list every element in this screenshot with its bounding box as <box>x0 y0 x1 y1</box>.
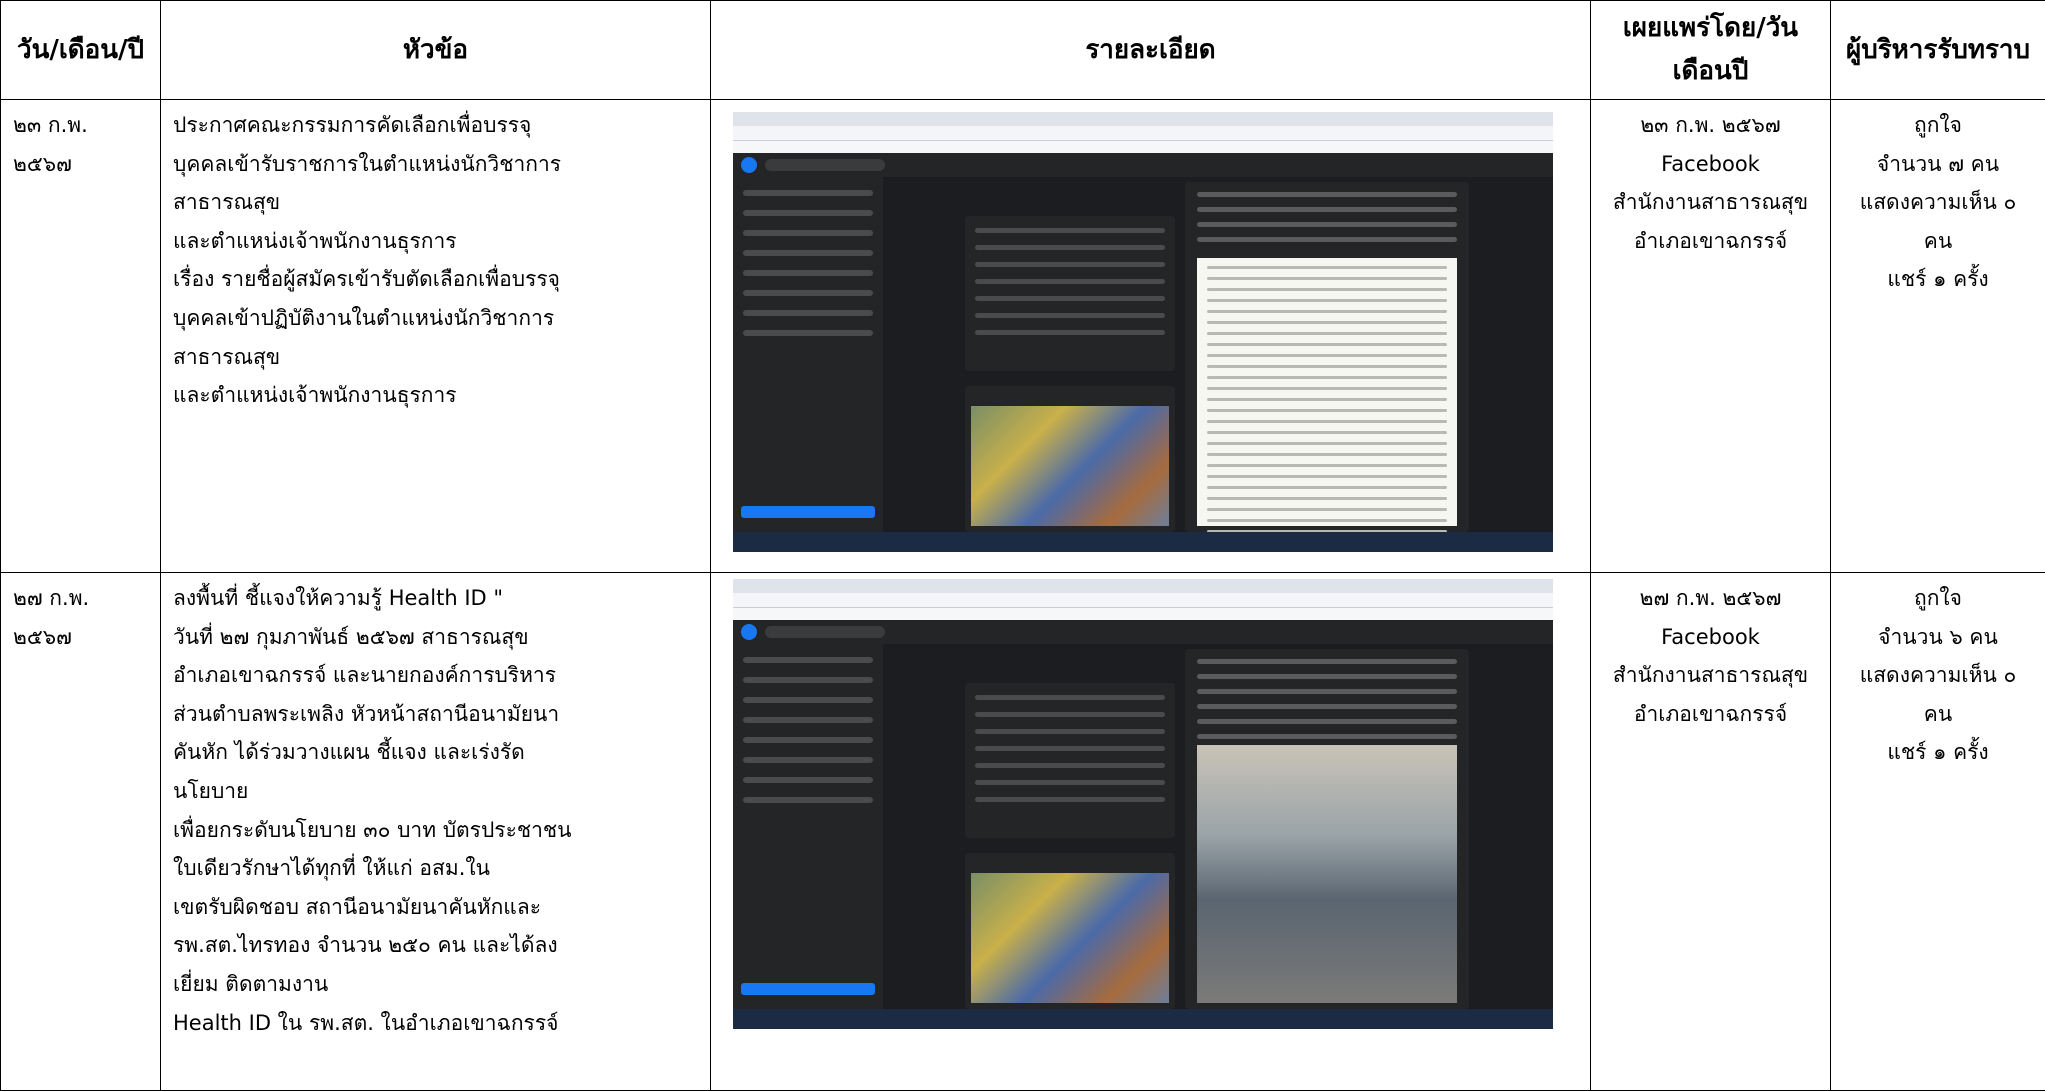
published-line: อำเภอเขาฉกรรจ์ <box>1603 222 1818 261</box>
ack-line: จำนวน ๗ คน <box>1843 145 2033 184</box>
topic-line: และตำแหน่งเจ้าพนักงานธุรการ <box>173 376 698 415</box>
header-date: วัน/เดือน/ปี <box>1 1 161 100</box>
published-line: Facebook <box>1603 618 1818 657</box>
published-line: Facebook <box>1603 145 1818 184</box>
ack-line: คน <box>1843 222 2033 261</box>
topic-line: นโยบาย <box>173 772 698 811</box>
row-ack: ถูกใจ จำนวน ๖ คน แสดงความเห็น ๐ คน แชร์ … <box>1831 573 2045 1091</box>
ack-line: แชร์ ๑ ครั้ง <box>1843 733 2033 772</box>
photo-grid <box>965 853 1175 1009</box>
published-line: ๒๗ ก.พ. ๒๕๖๗ <box>1603 579 1818 618</box>
row-topic: ประกาศคณะกรรมการคัดเลือกเพื่อบรรจุ บุคคล… <box>161 100 711 573</box>
header-row: วัน/เดือน/ปี หัวข้อ รายละเอียด เผยแพร่โด… <box>1 1 2045 100</box>
row-ack: ถูกใจ จำนวน ๗ คน แสดงความเห็น ๐ คน แชร์ … <box>1831 100 2045 573</box>
topic-line: อำเภอเขาฉกรรจ์ และนายกองค์การบริหาร <box>173 656 698 695</box>
topic-line: เยี่ยม ติดตามงาน <box>173 965 698 1004</box>
ack-line: ถูกใจ <box>1843 106 2033 145</box>
topic-line: ใบเดียวรักษาได้ทุกที่ ให้แก่ อสม.ใน <box>173 849 698 888</box>
row-date: ๒๓ ก.พ. ๒๕๖๗ <box>1 100 161 573</box>
windows-taskbar <box>733 532 1553 552</box>
row-topic: ลงพื้นที่ ชี้แจงให้ความรู้ Health ID " ว… <box>161 573 711 1091</box>
topic-line: เขตรับผิดชอบ สถานีอนามัยนาคันหักและ <box>173 888 698 927</box>
topic-line: สาธารณสุข <box>173 183 698 222</box>
header-topic: หัวข้อ <box>161 1 711 100</box>
topic-line: เพื่อยกระดับนโยบาย ๓๐ บาท บัตรประชาชน <box>173 811 698 850</box>
facebook-screenshot <box>733 112 1553 552</box>
header-published: เผยแพร่โดย/วันเดือนปี <box>1591 1 1831 100</box>
topic-line: และตำแหน่งเจ้าพนักงานธุรการ <box>173 222 698 261</box>
windows-taskbar <box>733 1009 1553 1029</box>
topic-line: สาธารณสุข <box>173 338 698 377</box>
table-row: ๒๗ ก.พ. ๒๕๖๗ ลงพื้นที่ ชี้แจงให้ความรู้ … <box>1 573 2045 1091</box>
page-intro <box>965 216 1175 371</box>
published-line: ๒๓ ก.พ. ๒๕๖๗ <box>1603 106 1818 145</box>
activity-log-table: วัน/เดือน/ปี หัวข้อ รายละเอียด เผยแพร่โด… <box>0 0 2045 1091</box>
published-line: สำนักงานสาธารณสุข <box>1603 183 1818 222</box>
row-details <box>711 100 1591 573</box>
post-card <box>1185 182 1469 532</box>
ack-line: แชร์ ๑ ครั้ง <box>1843 260 2033 299</box>
ack-line: คน <box>1843 695 2033 734</box>
topic-line: เรื่อง รายชื่อผู้สมัครเข้ารับตัดเลือกเพื… <box>173 260 698 299</box>
facebook-logo-icon <box>741 157 757 173</box>
published-line: สำนักงานสาธารณสุข <box>1603 656 1818 695</box>
row-published: ๒๓ ก.พ. ๒๕๖๗ Facebook สำนักงานสาธารณสุข … <box>1591 100 1831 573</box>
facebook-screenshot <box>733 579 1553 1029</box>
topic-line: รพ.สต.ไทรทอง จำนวน ๒๕๐ คน และได้ลง <box>173 926 698 965</box>
topic-line: ลงพื้นที่ ชี้แจงให้ความรู้ Health ID " <box>173 579 698 618</box>
topic-line: วันที่ ๒๗ กุมภาพันธ์ ๒๕๖๗ สาธารณสุข <box>173 618 698 657</box>
header-details: รายละเอียด <box>711 1 1591 100</box>
header-ack: ผู้บริหารรับทราบ <box>1831 1 2045 100</box>
post-card <box>1185 649 1469 1009</box>
page-intro <box>965 683 1175 838</box>
row-details <box>711 573 1591 1091</box>
meeting-photo <box>1197 745 1457 1003</box>
ack-line: ถูกใจ <box>1843 579 2033 618</box>
ack-line: แสดงความเห็น ๐ <box>1843 183 2033 222</box>
page-sidebar <box>733 176 883 532</box>
facebook-logo-icon <box>741 624 757 640</box>
row-date: ๒๗ ก.พ. ๒๕๖๗ <box>1 573 161 1091</box>
ack-line: จำนวน ๖ คน <box>1843 618 2033 657</box>
published-line: อำเภอเขาฉกรรจ์ <box>1603 695 1818 734</box>
photo-grid <box>965 386 1175 532</box>
ack-line: แสดงความเห็น ๐ <box>1843 656 2033 695</box>
row-published: ๒๗ ก.พ. ๒๕๖๗ Facebook สำนักงานสาธารณสุข … <box>1591 573 1831 1091</box>
topic-line: คันหัก ได้ร่วมวางแผน ชี้แจง และเร่งรัด <box>173 733 698 772</box>
topic-line: ประกาศคณะกรรมการคัดเลือกเพื่อบรรจุ <box>173 106 698 145</box>
table-row: ๒๓ ก.พ. ๒๕๖๗ ประกาศคณะกรรมการคัดเลือกเพื… <box>1 100 2045 573</box>
topic-line: ส่วนตำบลพระเพลิง หัวหน้าสถานีอนามัยนา <box>173 695 698 734</box>
page-sidebar <box>733 643 883 1009</box>
topic-line: บุคคลเข้ารับราชการในตำแหน่งนักวิชาการ <box>173 145 698 184</box>
announcement-document-image <box>1197 258 1457 526</box>
topic-line: Health ID ใน รพ.สต. ในอำเภอเขาฉกรรจ์ <box>173 1004 698 1043</box>
topic-line: บุคคลเข้าปฏิบัติงานในตำแหน่งนักวิชาการ <box>173 299 698 338</box>
